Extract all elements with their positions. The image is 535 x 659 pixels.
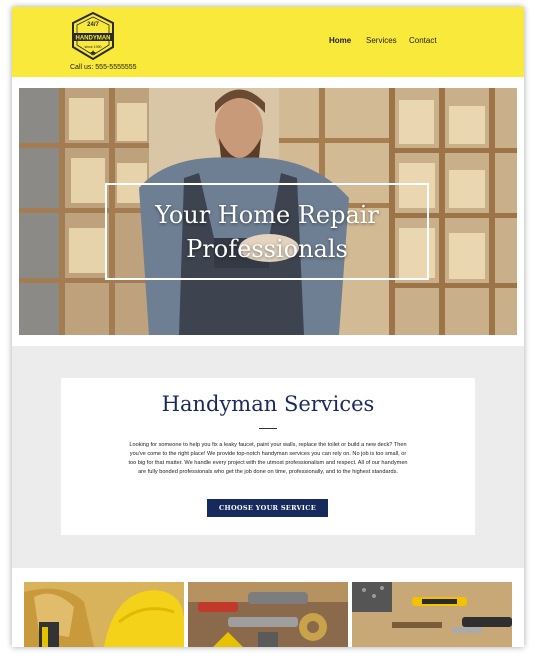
logo-top-text: 24/7 [87, 22, 99, 28]
gallery-image-2[interactable] [188, 582, 348, 647]
services-card: Handyman Services Looking for someone to… [61, 378, 475, 535]
logo-badge-icon: 24/7 HANDYMAN since 1990 [72, 11, 114, 61]
services-description: Looking for someone to help you fix a le… [128, 442, 408, 475]
nav-item-home[interactable]: Home [329, 36, 351, 45]
choose-service-button[interactable]: CHOOSE YOUR SERVICE [207, 499, 328, 517]
hero-banner: Your Home Repair Professionals [19, 88, 517, 335]
hero-title-frame: Your Home Repair Professionals [105, 183, 429, 280]
title-divider [259, 428, 277, 429]
phone-number: Call us: 555-5555555 [70, 64, 137, 71]
plumbing-tools-image [188, 582, 348, 647]
hero-title: Your Home Repair Professionals [155, 200, 379, 263]
gallery-image-3[interactable] [352, 582, 512, 647]
nav-item-services[interactable]: Services [366, 36, 397, 45]
tape-measure-tools-image [352, 582, 512, 647]
nav-item-contact[interactable]: Contact [409, 36, 437, 45]
gloves-hardhat-image [24, 582, 184, 647]
handyman-logo[interactable]: 24/7 HANDYMAN since 1990 [69, 11, 117, 63]
services-title: Handyman Services [161, 392, 375, 416]
logo-since: since 1990 [85, 45, 102, 49]
site-header: 24/7 HANDYMAN since 1990 Call us: 555-55… [12, 7, 524, 77]
logo-name: HANDYMAN [76, 36, 111, 42]
website-page: 24/7 HANDYMAN since 1990 Call us: 555-55… [12, 7, 524, 647]
gallery-image-1[interactable] [24, 582, 184, 647]
